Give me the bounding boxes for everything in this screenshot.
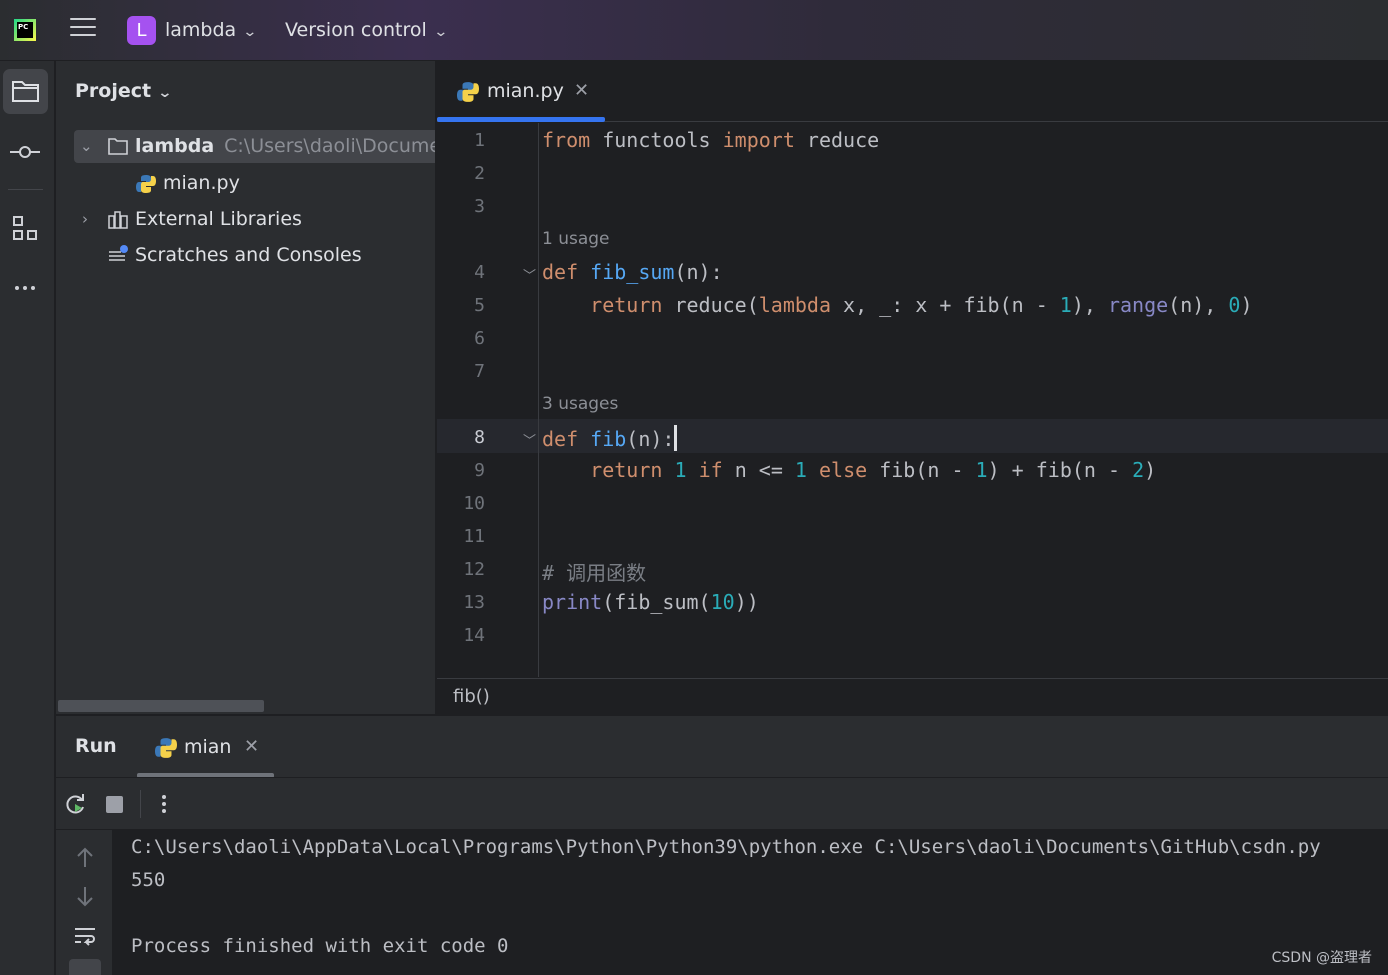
python-run-icon — [155, 738, 177, 758]
more-tools-button[interactable] — [3, 266, 48, 311]
line-number: 6 — [474, 328, 485, 349]
version-control-menu[interactable]: Version control ⌄ — [285, 19, 449, 41]
chevron-down-icon: ⌄ — [242, 24, 258, 40]
folder-icon — [12, 81, 39, 102]
vcs-label: Version control — [285, 19, 427, 41]
usage-hint[interactable]: 1 usage — [542, 229, 610, 249]
chevron-down-icon: ⌄ — [157, 85, 173, 101]
console-line: 550 — [131, 869, 166, 891]
chevron-down-icon: ⌄ — [433, 24, 449, 40]
code-line-12[interactable]: # 调用函数 — [542, 557, 646, 586]
run-panel-title: Run — [75, 735, 117, 757]
structure-icon — [13, 216, 37, 240]
scratches-icon — [109, 245, 128, 261]
line-number: 10 — [463, 493, 485, 514]
run-tab-mian[interactable]: mian — [184, 736, 231, 758]
pycharm-logo-icon[interactable]: PC — [14, 19, 36, 41]
chevron-down-icon[interactable]: ⌄ — [80, 130, 93, 163]
line-number: 14 — [463, 625, 485, 646]
tree-item-file[interactable]: mian.py — [74, 167, 435, 200]
more-icon — [15, 286, 35, 290]
project-name: lambda — [165, 19, 237, 41]
code-editor: mian.py ✕ 1 2 3 4 5 6 7 8 9 10 11 12 13 … — [437, 61, 1388, 714]
project-panel-title[interactable]: Project ⌄ — [75, 80, 173, 102]
line-number-current: 8 — [474, 427, 485, 448]
python-file-icon — [136, 175, 156, 193]
line-number: 3 — [474, 196, 485, 217]
file-label: mian.py — [163, 172, 240, 194]
commit-tool-button[interactable] — [3, 129, 48, 174]
close-icon[interactable]: ✕ — [244, 736, 259, 757]
project-badge[interactable]: L — [127, 16, 156, 45]
console-output[interactable]: C:\Users\daoli\AppData\Local\Programs\Py… — [112, 830, 1388, 975]
tree-item-scratches[interactable]: Scratches and Consoles — [74, 239, 435, 272]
divider — [8, 189, 43, 190]
structure-tool-button[interactable] — [3, 206, 48, 251]
code-line-5[interactable]: return reduce(lambda x, _: x + fib(n - 1… — [542, 293, 1252, 317]
breadcrumb-item[interactable]: fib() — [453, 686, 490, 707]
line-number: 2 — [474, 163, 485, 184]
editor-tab-mian[interactable]: mian.py ✕ — [437, 61, 605, 122]
rerun-icon[interactable] — [64, 792, 88, 816]
arrow-down-icon[interactable] — [74, 884, 96, 908]
arrow-up-icon[interactable] — [74, 846, 96, 870]
usage-hint[interactable]: 3 usages — [542, 394, 618, 414]
line-number: 5 — [474, 295, 485, 316]
more-options-icon[interactable] — [154, 792, 174, 816]
project-tool-button[interactable] — [3, 69, 48, 114]
stop-icon[interactable] — [106, 796, 123, 813]
main-menu-icon[interactable] — [70, 18, 96, 42]
line-number: 13 — [463, 592, 485, 613]
watermark: CSDN @盗理者 — [1271, 950, 1372, 966]
code-line-13[interactable]: print(fib_sum(10)) — [542, 590, 759, 614]
tool-window-strip — [0, 61, 55, 975]
line-number: 7 — [474, 361, 485, 382]
line-number: 4 — [474, 262, 485, 283]
divider — [140, 790, 141, 818]
line-number: 1 — [474, 130, 485, 151]
gutter-divider — [538, 123, 539, 677]
line-number: 9 — [474, 460, 485, 481]
tree-item-external-libraries[interactable]: › External Libraries — [74, 203, 435, 236]
line-number: 11 — [463, 526, 485, 547]
code-line-9[interactable]: return 1 if n <= 1 else fib(n - 1) + fib… — [542, 458, 1156, 482]
python-file-icon — [457, 82, 479, 102]
project-switcher[interactable]: lambda ⌄ — [165, 19, 258, 41]
line-number: 12 — [463, 559, 485, 580]
chevron-right-icon[interactable]: › — [82, 203, 88, 236]
editor-tab-bar: mian.py ✕ — [437, 61, 1388, 122]
console-line: Process finished with exit code 0 — [131, 935, 509, 957]
library-icon — [108, 211, 128, 229]
active-tab-indicator — [437, 117, 605, 122]
breadcrumb: fib() — [437, 678, 1388, 714]
scroll-to-end-button[interactable] — [69, 959, 101, 975]
scratches-label: Scratches and Consoles — [135, 244, 362, 266]
title-bar: PC L lambda ⌄ Version control ⌄ — [0, 0, 1388, 61]
folder-icon — [108, 138, 128, 155]
soft-wrap-icon[interactable] — [73, 925, 97, 947]
fold-chevron-icon[interactable]: ﹀ — [523, 265, 536, 284]
tree-root-label: lambda C:\Users\daoli\Documents — [135, 130, 435, 163]
text-caret — [674, 425, 678, 451]
code-line-1[interactable]: from functools import reduce — [542, 128, 879, 152]
tree-item-project-root[interactable]: ⌄ lambda C:\Users\daoli\Documents — [74, 130, 435, 163]
close-icon[interactable]: ✕ — [574, 80, 589, 101]
root-path: C:\Users\daoli\Documents — [224, 135, 435, 157]
panel-title-label: Project — [75, 80, 152, 102]
fold-chevron-icon[interactable]: ﹀ — [523, 430, 536, 449]
code-line-8[interactable]: def fib(n): — [542, 425, 678, 451]
external-libraries-label: External Libraries — [135, 208, 302, 230]
project-panel: Project ⌄ ⌄ lambda C:\Users\daoli\Document… — [56, 61, 436, 714]
horizontal-scrollbar[interactable] — [58, 700, 264, 712]
run-toolbar — [56, 778, 1388, 830]
root-name: lambda — [135, 135, 215, 157]
run-panel: Run mian ✕ C:\Users\daoli\AppData\Local\… — [56, 715, 1388, 975]
console-line: C:\Users\daoli\AppData\Local\Programs\Py… — [131, 836, 1321, 858]
tab-label: mian.py — [487, 80, 564, 102]
commit-icon — [10, 146, 40, 158]
console-side-toolbar — [56, 830, 112, 975]
code-line-4[interactable]: def fib_sum(n): — [542, 260, 723, 284]
